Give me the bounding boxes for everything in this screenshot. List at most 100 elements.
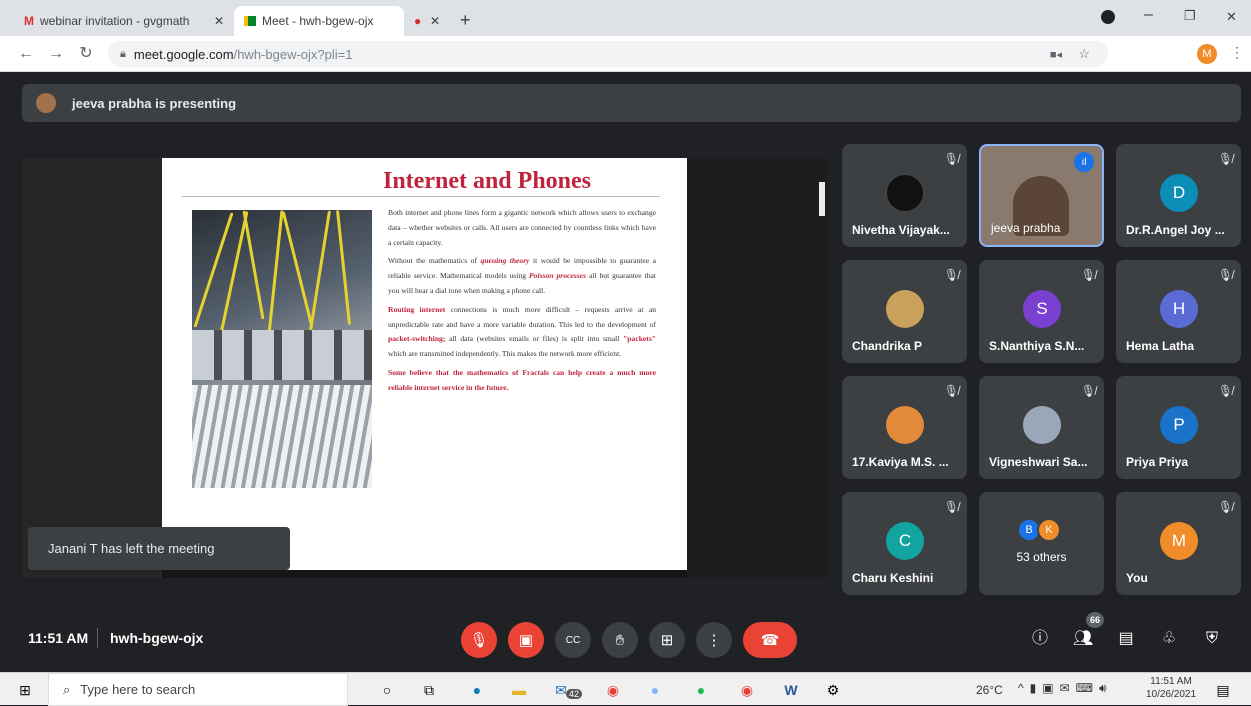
leave-call-button[interactable]: ☎︎ <box>743 622 797 658</box>
close-icon[interactable]: ✕ <box>214 14 224 28</box>
avatar <box>886 406 924 444</box>
slide: Internet and Phones Both internet and ph… <box>162 158 687 570</box>
mic-off-icon: 🎙︎̸ <box>943 152 959 166</box>
cortana-icon[interactable]: ○ <box>376 679 398 701</box>
participant-tile[interactable]: 🎙︎̸ D Dr.R.Angel Joy ... <box>1116 144 1241 247</box>
participant-tile[interactable]: 🎙︎̸ S S.Nanthiya S.N... <box>979 260 1104 363</box>
participant-name: Nivetha Vijayak... <box>852 223 950 237</box>
avatar: D <box>1160 174 1198 212</box>
record-indicator-icon[interactable] <box>1101 10 1115 24</box>
avatar: H <box>1160 290 1198 328</box>
mail-badge: 42 <box>566 689 583 699</box>
slide-paragraph: Some believe that the mathematics of Fra… <box>388 367 656 392</box>
activities-icon[interactable]: ♧ <box>1156 626 1182 652</box>
participant-tile[interactable]: 🎙︎̸ P Priya Priya <box>1116 376 1241 479</box>
system-tray-icons[interactable]: ^▮▣✉⌨🔊︎ <box>1018 681 1113 696</box>
participant-tile-active-speaker[interactable]: ıl jeeva prabha <box>979 144 1104 247</box>
mic-off-icon: 🎙︎̸ <box>1080 268 1096 282</box>
star-icon[interactable]: ☆ <box>1078 46 1090 62</box>
slide-paragraph: Without the mathematics of queuing theor… <box>388 256 657 295</box>
captions-icon: CC <box>565 634 581 646</box>
clock-time: 11:51 AM <box>1150 676 1192 687</box>
slide-body: Both internet and phone lines form a gig… <box>388 206 656 400</box>
file-explorer-icon[interactable]: ▬ <box>508 679 530 701</box>
participant-tile[interactable]: 🎙︎̸ Nivetha Vijayak... <box>842 144 967 247</box>
tab-meet[interactable]: Meet - hwh-bgew-ojx <box>234 6 404 36</box>
mic-off-icon: 🎙︎̸ <box>1217 500 1233 514</box>
app-icon[interactable]: ● <box>644 679 666 701</box>
edge-icon[interactable]: ● <box>466 679 488 701</box>
search-placeholder: Type here to search <box>80 682 196 697</box>
host-controls-icon[interactable]: ⛨ <box>1199 626 1225 652</box>
camera-icon[interactable]: ■◂ <box>1050 48 1062 61</box>
others-count: 53 others <box>1016 550 1067 564</box>
avatar: K <box>1037 518 1061 542</box>
menu-icon[interactable]: ⋮ <box>1230 44 1244 61</box>
more-options-button[interactable]: ⋮ <box>696 622 732 658</box>
minimize-icon[interactable]: – <box>1144 6 1153 24</box>
tab-gmail[interactable]: M webinar invitation - gvgmathsaid ✕ <box>14 6 234 36</box>
back-icon[interactable]: ← <box>16 44 36 64</box>
windows-start-icon[interactable]: ⊞ <box>14 679 36 701</box>
chat-icon[interactable]: ▤ <box>1113 626 1139 652</box>
people-count-badge: 66 <box>1086 612 1104 628</box>
present-button[interactable]: ⊞ <box>649 622 685 658</box>
notifications-icon[interactable]: ▤ <box>1212 679 1234 701</box>
hang-up-icon: ☎︎ <box>760 632 780 649</box>
notification-toast: Janani T has left the meeting <box>28 527 290 570</box>
avatar <box>886 290 924 328</box>
tab-label: Meet - hwh-bgew-ojx <box>262 14 374 28</box>
tab-recording[interactable]: ● ✕ <box>404 6 450 36</box>
participant-tile-self[interactable]: 🎙︎̸ M You <box>1116 492 1241 595</box>
search-icon: ⌕ <box>63 681 71 697</box>
restore-icon[interactable]: ❐ <box>1184 8 1196 24</box>
participant-name: Charu Keshini <box>852 571 934 585</box>
chrome-profile-icon[interactable]: ◉ <box>736 679 758 701</box>
participant-tile[interactable]: 🎙︎̸ 17.Kaviya M.S. ... <box>842 376 967 479</box>
taskbar-search-input[interactable]: ⌕ Type here to search <box>48 673 348 706</box>
spotify-icon[interactable]: ● <box>690 679 712 701</box>
clock[interactable]: 11:51 AM 10/26/2021 <box>1146 675 1196 701</box>
network-cables-image <box>192 210 372 488</box>
meeting-details-icon[interactable]: ⓘ <box>1027 626 1053 652</box>
word-icon[interactable]: W <box>780 679 802 701</box>
window-close-icon[interactable]: ✕ <box>1226 9 1237 25</box>
mic-off-icon: 🎙︎̸ <box>1217 268 1233 282</box>
avatar: P <box>1160 406 1198 444</box>
new-tab-icon[interactable]: + <box>460 10 471 31</box>
task-view-icon[interactable]: ⧉ <box>418 679 440 701</box>
tab-label: webinar invitation - gvgmathsaid <box>40 14 190 28</box>
avatar: C <box>886 522 924 560</box>
windows-taskbar: ⊞ ⌕ Type here to search ○ ⧉ ● ▬ ✉︎ 42 ◉ … <box>0 672 1251 706</box>
present-icon: ⊞ <box>660 632 674 649</box>
meet-window: jeeva prabha is presenting Internet and … <box>0 72 1251 672</box>
profile-avatar[interactable]: M <box>1197 44 1217 64</box>
settings-icon[interactable]: ⚙︎ <box>822 679 844 701</box>
switch-panel <box>192 330 372 380</box>
url-input[interactable]: 🔒︎ meet.google.com/hwh-bgew-ojx?pli=1 ■◂… <box>108 41 1108 67</box>
participant-tile[interactable]: 🎙︎̸ Chandrika P <box>842 260 967 363</box>
mic-off-icon: 🎙︎̸ <box>1217 152 1233 166</box>
slide-title: Internet and Phones <box>382 168 592 194</box>
captions-button[interactable]: CC <box>555 622 591 658</box>
camera-off-button[interactable]: ▣ <box>508 622 544 658</box>
participant-name: Dr.R.Angel Joy ... <box>1126 223 1225 237</box>
raise-hand-button[interactable]: ✋︎ <box>602 622 638 658</box>
mic-off-button[interactable]: 🎙︎ <box>461 622 497 658</box>
people-icon[interactable]: 👥︎ <box>1070 626 1096 652</box>
participant-tile[interactable]: 🎙︎̸ H Hema Latha <box>1116 260 1241 363</box>
avatar <box>886 174 924 212</box>
participant-tile[interactable]: 🎙︎̸ Vigneshwari Sa... <box>979 376 1104 479</box>
participant-tile[interactable]: 🎙︎̸ C Charu Keshini <box>842 492 967 595</box>
browser-tab-bar: M webinar invitation - gvgmathsaid ✕ Mee… <box>0 0 1251 36</box>
slide-paragraph: Routing internet connections is much mor… <box>388 304 656 359</box>
close-icon[interactable]: ✕ <box>430 14 440 28</box>
forward-icon[interactable]: → <box>46 44 66 64</box>
others-tile[interactable]: B K 53 others <box>979 492 1104 595</box>
recording-dot-icon: ● <box>414 14 422 28</box>
weather-text[interactable]: 26°C <box>976 683 1003 697</box>
reload-icon[interactable]: ↻ <box>76 44 96 64</box>
scrollbar[interactable] <box>819 182 825 216</box>
gmail-icon: M <box>24 14 34 28</box>
chrome-icon[interactable]: ◉ <box>602 679 624 701</box>
